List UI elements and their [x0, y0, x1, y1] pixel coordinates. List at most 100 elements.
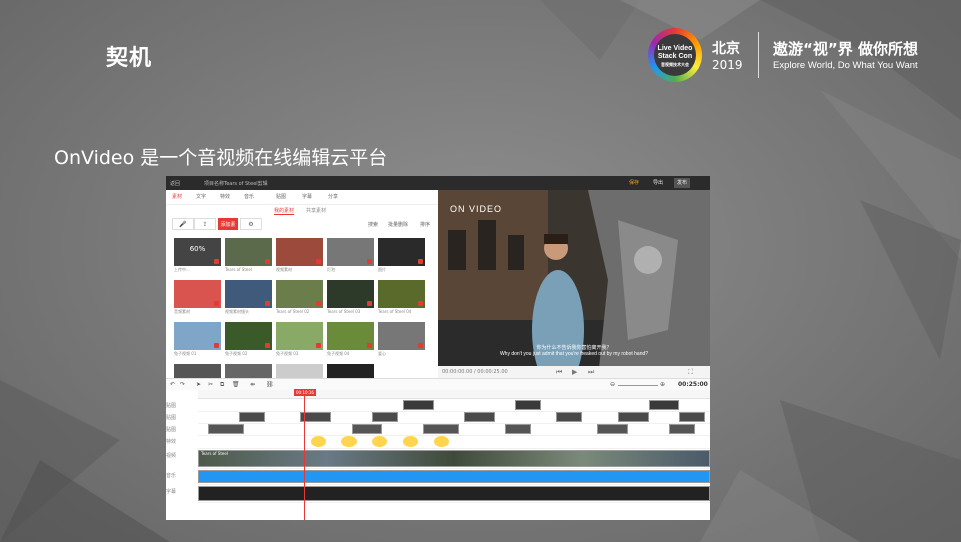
- tab-subtitles[interactable]: 字幕: [302, 193, 312, 200]
- media-badge-icon: [316, 301, 321, 306]
- timeline-track[interactable]: [198, 436, 710, 449]
- timeline-clip[interactable]: [198, 470, 710, 483]
- media-item[interactable]: 60% 上传中...: [174, 238, 221, 273]
- media-item[interactable]: 视频素材: [276, 238, 323, 273]
- search-link[interactable]: 搜索: [368, 221, 378, 228]
- export-button[interactable]: 导出: [650, 178, 666, 188]
- timeline-track[interactable]: [198, 400, 710, 412]
- timeline-clip[interactable]: [597, 424, 629, 434]
- tab-share[interactable]: 分享: [328, 193, 338, 200]
- media-badge-icon: [418, 343, 423, 348]
- link-icon[interactable]: ⛓: [266, 381, 274, 388]
- media-item[interactable]: 兔子视频 04: [327, 322, 374, 357]
- timeline-clip[interactable]: [648, 400, 680, 410]
- timeline-track[interactable]: [198, 424, 710, 436]
- media-caption: Tears of Steel 03: [327, 309, 361, 314]
- zoom-slider[interactable]: [618, 385, 658, 386]
- save-button[interactable]: 保存: [626, 178, 642, 188]
- slide-title: 契机: [106, 46, 153, 71]
- timeline-clip[interactable]: [402, 436, 419, 447]
- tab-music[interactable]: 音乐: [244, 193, 254, 200]
- media-item[interactable]: 爱心: [378, 322, 425, 357]
- timeline-clip[interactable]: [556, 412, 582, 422]
- media-item[interactable]: 兔子视频 01: [174, 322, 221, 357]
- media-caption: 兔子视频 01: [174, 351, 197, 356]
- media-item[interactable]: 兔子视频 02: [225, 322, 272, 357]
- media-item[interactable]: 灯泡: [327, 238, 374, 273]
- timeline-clip[interactable]: [617, 412, 649, 422]
- media-item[interactable]: 图片: [378, 238, 425, 273]
- subtab-shared-media[interactable]: 共享素材: [306, 207, 326, 214]
- media-caption: 音频素材: [174, 309, 190, 314]
- media-item[interactable]: Tears of Steel 02: [276, 280, 323, 315]
- split-icon[interactable]: ⇹: [250, 381, 255, 388]
- media-caption: Tears of Steel: [225, 267, 252, 272]
- fullscreen-icon[interactable]: ⛶: [688, 368, 693, 377]
- timeline-clip[interactable]: [402, 400, 434, 410]
- timeline-clip[interactable]: [351, 424, 383, 434]
- timeline-track[interactable]: Tears of Steel: [198, 450, 710, 469]
- media-item[interactable]: 兔子视频 03: [276, 322, 323, 357]
- playhead[interactable]: [304, 390, 305, 520]
- zoom-out-icon[interactable]: ⊖: [610, 381, 615, 388]
- settings-button[interactable]: ⚙: [240, 218, 262, 230]
- timeline-ruler[interactable]: [198, 390, 710, 399]
- record-button[interactable]: 🎤: [172, 218, 194, 230]
- timeline-clip[interactable]: [464, 412, 495, 422]
- media-caption: Tears of Steel 02: [276, 309, 310, 314]
- upload-button[interactable]: ⇪: [194, 218, 216, 230]
- delete-icon[interactable]: 🗑: [232, 381, 240, 388]
- timeline-clip[interactable]: [341, 436, 357, 447]
- back-button[interactable]: 返回: [170, 180, 180, 187]
- redo-icon[interactable]: ↷: [180, 381, 185, 388]
- timeline-clip[interactable]: [208, 424, 245, 434]
- preview-time: 00:00:00.00 / 00:00:25.00: [442, 369, 508, 375]
- play-icon[interactable]: ▶: [572, 368, 577, 376]
- select-icon[interactable]: ➤: [196, 381, 201, 388]
- cut-icon[interactable]: ✂: [208, 381, 213, 388]
- media-caption: 爱心: [378, 351, 386, 356]
- timeline-track[interactable]: [198, 486, 710, 503]
- timeline-clip[interactable]: [310, 436, 326, 447]
- tab-text[interactable]: 文字: [196, 193, 206, 200]
- timeline-clip[interactable]: [505, 424, 531, 434]
- video-preview[interactable]: ON VIDEO 你为什么不告诉我你害怕离开我？ Why don't you j…: [438, 190, 710, 378]
- timeline-track[interactable]: [198, 470, 710, 485]
- undo-icon[interactable]: ↶: [170, 381, 175, 388]
- timeline-clip[interactable]: [238, 412, 265, 422]
- zoom-in-icon[interactable]: ⊕: [660, 381, 665, 388]
- publish-button[interactable]: 发布: [674, 178, 691, 188]
- media-caption: 视频素材镜头: [225, 309, 249, 314]
- media-item[interactable]: Tears of Steel 04: [378, 280, 425, 315]
- sort-link[interactable]: 排序: [420, 221, 430, 228]
- project-name[interactable]: Tears of Steel剪辑: [224, 180, 268, 187]
- timeline-clip[interactable]: [372, 436, 388, 447]
- timeline-clip[interactable]: [198, 486, 710, 501]
- playhead-time[interactable]: 00:10:16: [294, 389, 316, 396]
- media-item[interactable]: Tears of Steel: [225, 238, 272, 273]
- timeline-clip[interactable]: [669, 424, 695, 434]
- media-badge-icon: [316, 259, 321, 264]
- timeline-track[interactable]: [198, 412, 710, 424]
- tab-stickers[interactable]: 贴图: [276, 193, 286, 200]
- media-thumbnail: [276, 322, 323, 350]
- media-item[interactable]: 视频素材镜头: [225, 280, 272, 315]
- prev-frame-icon[interactable]: ⏮: [556, 368, 562, 377]
- timeline-clip[interactable]: Tears of Steel: [198, 450, 710, 467]
- timeline-clip[interactable]: [372, 412, 398, 422]
- logo-line-1: Live Video: [657, 45, 693, 52]
- project-label: 项目名称: [204, 181, 225, 187]
- next-frame-icon[interactable]: ⏭: [588, 368, 594, 377]
- copy-icon[interactable]: ⧉: [220, 381, 224, 389]
- media-item[interactable]: Tears of Steel 03: [327, 280, 374, 315]
- batch-delete-link[interactable]: 批量删除: [388, 221, 408, 228]
- tab-effects[interactable]: 特效: [220, 193, 230, 200]
- subtab-my-media[interactable]: 我的素材: [274, 207, 295, 215]
- timeline-clip[interactable]: [423, 424, 460, 434]
- add-media-button[interactable]: 添加素材: [218, 218, 238, 240]
- timeline-clip[interactable]: [515, 400, 542, 410]
- timeline-clip[interactable]: [433, 436, 449, 447]
- timeline-clip[interactable]: [679, 412, 705, 422]
- tab-media[interactable]: 素材: [172, 193, 182, 200]
- media-item[interactable]: 音频素材: [174, 280, 221, 315]
